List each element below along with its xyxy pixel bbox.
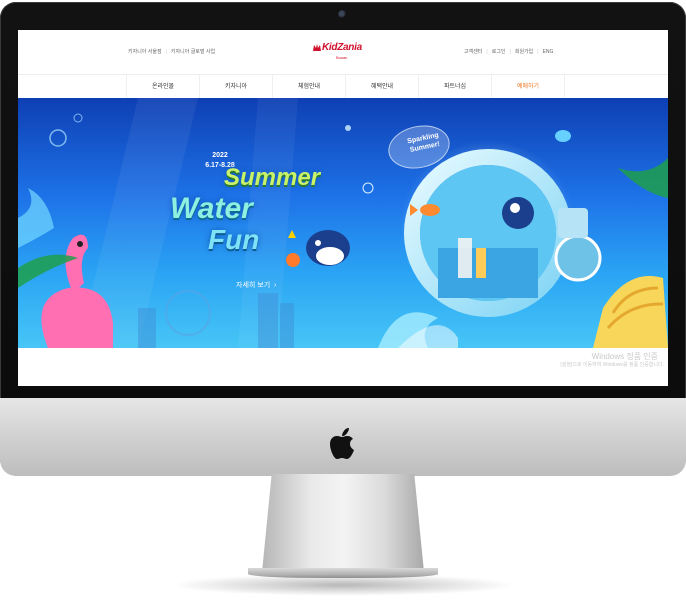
watermark-subtitle: [설정]으로 이동하여 Windows를 정품 인증합니다. — [560, 362, 664, 368]
monitor-chin — [0, 398, 686, 476]
util-links-left: 키자니아 서울점 | 키자니아 글로벌 사업 — [128, 48, 215, 56]
detail-link-label: 자세히 보기 — [236, 282, 271, 289]
nav-item-online-mall[interactable]: 온라인몰 — [126, 75, 199, 99]
util-links-right: 고객센터 | 로그인 | 회원가입 | ENG — [464, 48, 554, 56]
util-link-signup[interactable]: 회원가입 — [515, 48, 533, 55]
nav-item-benefits[interactable]: 혜택안내 — [345, 75, 418, 99]
browser-screen: 키자니아 서울점 | 키자니아 글로벌 사업 KidZania Busan 고객… — [18, 30, 668, 386]
imac-monitor: 키자니아 서울점 | 키자니아 글로벌 사업 KidZania Busan 고객… — [0, 2, 686, 476]
util-link-eng[interactable]: ENG — [543, 49, 554, 55]
divider: | — [509, 48, 511, 55]
apple-logo-icon — [330, 428, 354, 459]
util-link-global[interactable]: 키자니아 글로벌 사업 — [171, 48, 215, 55]
hero-banner[interactable]: 2022 6.17-8.28 Summer Water Fun 자세히 보기 ›… — [18, 98, 668, 348]
kidzania-logo[interactable]: KidZania Busan — [312, 42, 372, 64]
divider: | — [486, 48, 488, 55]
util-link-login[interactable]: 로그인 — [492, 48, 506, 55]
logo-text: KidZania — [322, 42, 362, 53]
logo-subtext: Busan — [336, 55, 348, 60]
banner-illustration — [18, 98, 668, 348]
promo-year: 2022 — [212, 152, 228, 159]
detail-link[interactable]: 자세히 보기 › — [236, 280, 276, 290]
chevron-right-icon: › — [272, 282, 277, 289]
camera-icon — [338, 10, 347, 19]
nav-item-partnership[interactable]: 파트너십 — [418, 75, 491, 99]
crown-icon — [313, 44, 321, 51]
nav-item-kidzania[interactable]: 키자니아 — [199, 75, 272, 99]
windows-watermark: Windows 정품 인증 [설정]으로 이동하여 Windows를 정품 인증… — [18, 348, 668, 386]
main-nav: 온라인몰 키자니아 체험안내 혜택안내 파트너십 예매하기 — [18, 74, 668, 100]
promo-title-summer: Summer — [224, 164, 321, 191]
util-link-customer-center[interactable]: 고객센터 — [464, 48, 482, 55]
nav-item-booking[interactable]: 예매하기 — [491, 75, 565, 99]
promo-title-fun: Fun — [208, 224, 260, 255]
promo-title-water: Water — [170, 192, 253, 225]
monitor-stand — [262, 474, 424, 572]
util-link-seoul[interactable]: 키자니아 서울점 — [128, 48, 162, 55]
nav-item-experience[interactable]: 체험안내 — [272, 75, 345, 99]
divider: | — [165, 48, 167, 55]
top-utility-bar: 키자니아 서울점 | 키자니아 글로벌 사업 KidZania Busan 고객… — [18, 30, 668, 74]
stand-shadow — [170, 574, 516, 596]
divider: | — [537, 48, 539, 55]
